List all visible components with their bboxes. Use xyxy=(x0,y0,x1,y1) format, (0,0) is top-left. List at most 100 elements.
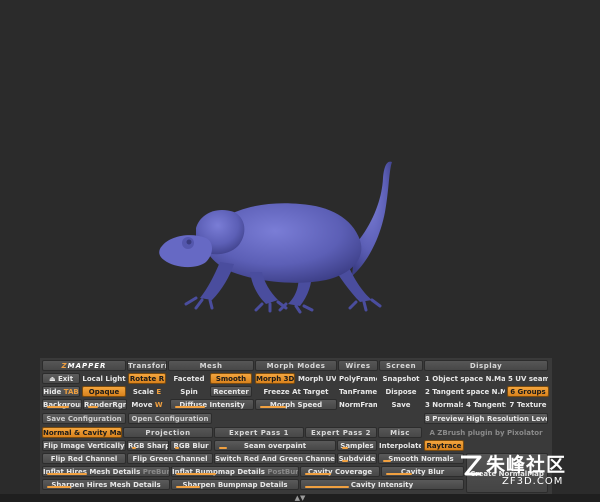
open-configuration-button[interactable]: Open Configuration xyxy=(128,413,212,424)
snapshot-button[interactable]: Snapshot xyxy=(379,373,423,384)
morph-uv-button[interactable]: Morph UV xyxy=(297,373,337,384)
tab-mesh[interactable]: Mesh xyxy=(168,360,254,371)
morph-3d-button[interactable]: Morph 3D xyxy=(255,373,295,384)
plugin-credit: A ZBrush plugin by Pixolator xyxy=(429,429,543,437)
zmapper-logo: ZMAPPER xyxy=(42,360,126,371)
watermark-name: 朱峰社区 xyxy=(486,454,567,476)
smooth-normals-label: Smooth Normals xyxy=(388,455,454,463)
diffuse-intensity-slider[interactable]: Diffuse Intensity xyxy=(170,399,254,410)
recenter-button[interactable]: Recenter xyxy=(210,386,252,397)
move-button[interactable]: Move W xyxy=(128,399,166,410)
smooth-normals-slider[interactable]: Smooth Normals xyxy=(378,453,464,464)
polyframe-button[interactable]: PolyFrame xyxy=(338,373,378,384)
seam-overpaint-slider-fill xyxy=(219,447,227,449)
display-option-4[interactable]: 4 Tangents xyxy=(465,399,507,410)
flip-image-vertically-button[interactable]: Flip Image Vertically xyxy=(42,440,126,451)
smooth-normals-slider-fill xyxy=(383,460,391,462)
morph-speed-slider[interactable]: Morph Speed xyxy=(255,399,337,410)
tab-wires[interactable]: Wires xyxy=(338,360,378,371)
render-rgn-slider[interactable]: RenderRgn xyxy=(83,399,127,410)
tanframe-button[interactable]: TanFrame xyxy=(338,386,378,397)
display-option-3[interactable]: 3 Normals xyxy=(424,399,464,410)
flip-green-channel-button[interactable]: Flip Green Channel xyxy=(127,453,213,464)
spin-button[interactable]: Spin xyxy=(170,386,208,397)
watermark-logo-icon xyxy=(461,455,482,476)
interpolate-button[interactable]: Interpolate xyxy=(378,440,422,451)
subdivide-slider-fill xyxy=(342,460,348,462)
rgb-blur-label: RGB Blur xyxy=(173,442,209,450)
display-option-6[interactable]: 6 Groups xyxy=(507,386,549,397)
scale-label: Scale xyxy=(132,388,154,396)
sharpen-hires-mesh-details-slider[interactable]: Sharpen Hires Mesh Details xyxy=(42,479,170,490)
sharpen-bumpmap-details-slider[interactable]: Sharpen Bumpmap Details xyxy=(171,479,299,490)
3d-viewport[interactable] xyxy=(0,0,600,358)
exit-label: Exit xyxy=(58,375,74,383)
chameleon-model[interactable] xyxy=(0,0,600,358)
save-button[interactable]: Save xyxy=(379,399,423,410)
tab-transform[interactable]: Transform xyxy=(127,360,167,371)
freeze-at-target-button[interactable]: Freeze At Target xyxy=(255,386,337,397)
display-option-1[interactable]: 1 Object space N.Map xyxy=(424,373,506,384)
cavity-intensity-slider-fill xyxy=(305,486,349,488)
exit-button[interactable]: ⏏ Exit xyxy=(42,373,80,384)
tab-morph-modes[interactable]: Morph Modes xyxy=(255,360,337,371)
subdivide-slider[interactable]: Subdvide xyxy=(337,453,377,464)
background-slider[interactable]: Background xyxy=(42,399,82,410)
tab-screen[interactable]: Screen xyxy=(379,360,423,371)
postbump-label: PostBump xyxy=(267,468,298,476)
rgb-blur-slider[interactable]: RGB Blur xyxy=(170,440,212,451)
tab-display[interactable]: Display xyxy=(424,360,548,371)
hide-label: Hide xyxy=(43,388,62,396)
tab-expert-pass-1[interactable]: Expert Pass 1 xyxy=(214,427,304,438)
diffuse-intensity-slider-fill xyxy=(175,406,205,408)
tab-expert-pass-2[interactable]: Expert Pass 2 xyxy=(305,427,377,438)
cavity-blur-slider-fill xyxy=(386,473,412,475)
rgb-blur-slider-fill xyxy=(175,447,179,449)
exit-icon: ⏏ xyxy=(48,375,58,383)
tab-normal-cavity-map[interactable]: Normal & Cavity Map xyxy=(42,427,122,438)
scale-button[interactable]: Scale E xyxy=(128,386,166,397)
hide-key: TAB xyxy=(63,388,79,396)
morph-speed-slider-fill xyxy=(260,406,286,408)
seam-overpaint-slider[interactable]: Seam overpaint xyxy=(214,440,336,451)
display-option-7[interactable]: 7 Texture xyxy=(507,399,549,410)
inflat-hires-slider-fill xyxy=(47,473,87,475)
render-rgn-slider-fill xyxy=(88,406,98,408)
faceted-button[interactable]: Faceted xyxy=(170,373,208,384)
cavity-blur-slider[interactable]: Cavity Blur xyxy=(381,466,464,477)
switch-red-green-button[interactable]: Switch Red And Green Channels xyxy=(214,453,336,464)
rotate-button[interactable]: Rotate R xyxy=(128,373,166,384)
samples-slider[interactable]: Samples xyxy=(337,440,377,451)
tab-projection[interactable]: Projection xyxy=(123,427,213,438)
display-option-8[interactable]: 8 Preview High Resolution Level xyxy=(424,413,548,424)
cavity-coverage-slider[interactable]: Cavity Coverage xyxy=(300,466,380,477)
flip-red-channel-button[interactable]: Flip Red Channel xyxy=(42,453,126,464)
cavity-intensity-label: Cavity Intensity xyxy=(350,481,414,489)
hide-button[interactable]: Hide TAB xyxy=(42,386,80,397)
local-light-button[interactable]: Local Light xyxy=(81,373,127,384)
move-label: Move xyxy=(131,401,153,409)
tab-misc[interactable]: Misc xyxy=(378,427,422,438)
opaque-button[interactable]: Opaque xyxy=(82,386,126,397)
display-option-2[interactable]: 2 Tangent space N.Map xyxy=(424,386,506,397)
sharpen-hires-slider-fill xyxy=(47,486,71,488)
watermark: 朱峰社区 ZF3D.COM xyxy=(458,448,598,494)
expand-arrows-icon[interactable]: ▲▼ xyxy=(289,494,311,502)
scale-key: E xyxy=(156,388,162,396)
watermark-url: ZF3D.COM xyxy=(502,476,564,487)
inflat-bumpmap-details-slider[interactable]: Inflat Bumpmap Details PostBump xyxy=(171,466,299,477)
logo-text: MAPPER xyxy=(67,362,107,370)
move-key: W xyxy=(154,401,163,409)
dispose-button[interactable]: Dispose xyxy=(379,386,423,397)
normframe-button[interactable]: NormFrame xyxy=(338,399,378,410)
rotate-key: R xyxy=(158,375,165,383)
background-slider-fill xyxy=(47,406,69,408)
smooth-button[interactable]: Smooth xyxy=(210,373,252,384)
rotate-label: Rotate xyxy=(129,375,157,383)
inflat-hires-mesh-details-slider[interactable]: Inflat Hires Mesh Details PreBump xyxy=(42,466,170,477)
sharpen-bumpmap-slider-fill xyxy=(176,486,200,488)
rgb-sharp-slider[interactable]: RGB Sharp xyxy=(127,440,169,451)
display-option-5[interactable]: 5 UV seams xyxy=(507,373,549,384)
cavity-intensity-slider[interactable]: Cavity Intensity xyxy=(300,479,464,490)
save-configuration-button[interactable]: Save Configuration xyxy=(42,413,126,424)
